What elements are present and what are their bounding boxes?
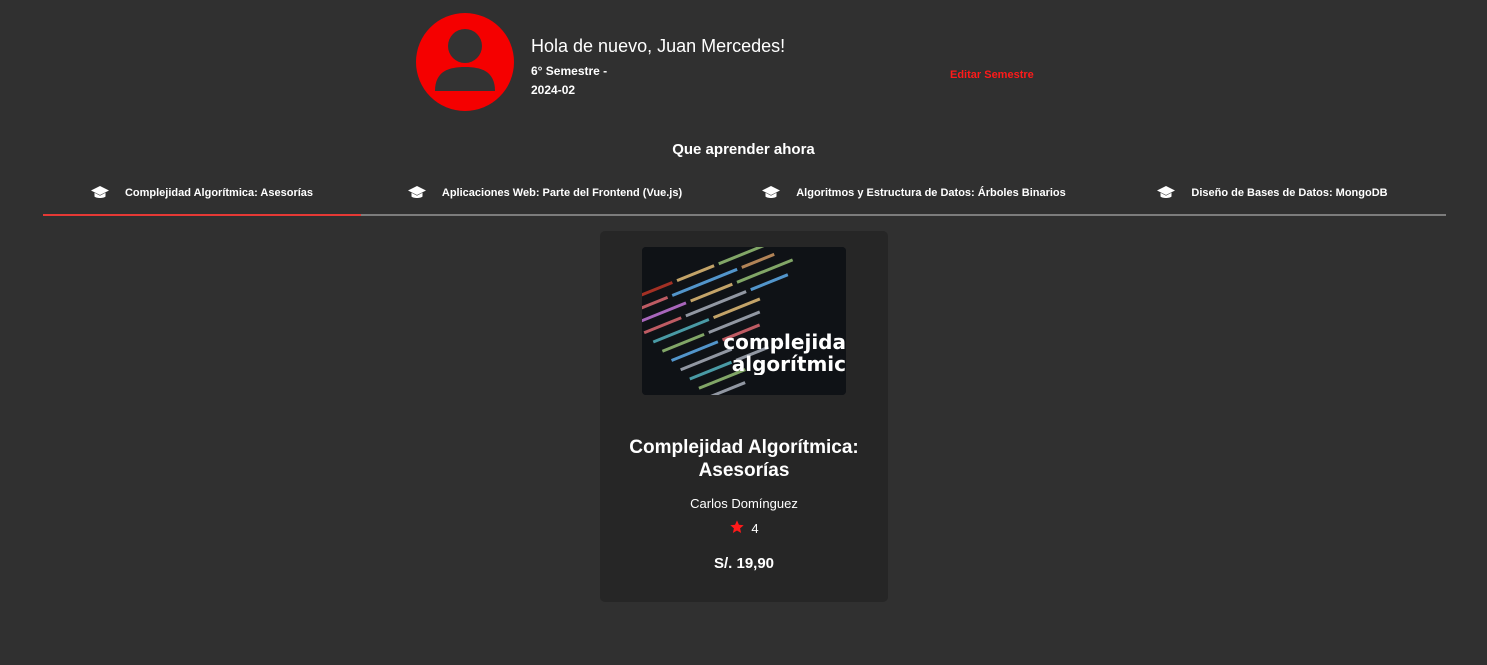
tab-label: Diseño de Bases de Datos: MongoDB [1191, 187, 1388, 199]
graduation-cap-icon [407, 186, 426, 200]
course-author: Carlos Domínguez [690, 496, 798, 511]
graduation-cap-icon [762, 186, 781, 200]
semester-info: 6° Semestre - 2024-02 [531, 62, 651, 100]
rating-value: 4 [751, 521, 759, 536]
graduation-cap-icon [1157, 186, 1176, 200]
period-label: 2024-02 [531, 83, 576, 97]
user-silhouette-icon [435, 29, 495, 91]
tab-label: Complejidad Algorítmica: Asesorías [124, 187, 314, 199]
avatar[interactable] [416, 13, 514, 111]
edit-semester-link[interactable]: Editar Semestre [950, 69, 1034, 81]
course-title[interactable]: Complejidad Algorítmica: Asesorías [600, 436, 888, 482]
greeting-text: Hola de nuevo, Juan Mercedes! [531, 36, 786, 56]
tab-complejidad-algoritmica[interactable]: Complejidad Algorítmica: Asesorías [43, 172, 361, 216]
profile-header: Hola de nuevo, Juan Mercedes! 6° Semestr… [0, 0, 1487, 125]
section-title: Que aprender ahora [672, 141, 815, 158]
tab-label: Aplicaciones Web: Parte del Frontend (Vu… [441, 187, 683, 199]
tab-aplicaciones-web[interactable]: Aplicaciones Web: Parte del Frontend (Vu… [361, 172, 729, 214]
course-card[interactable]: complejida algorítmic Complejidad Algorí… [600, 231, 888, 602]
course-tabs: Complejidad Algorítmica: Asesorías Aplic… [43, 172, 1446, 216]
tab-label: Algoritmos y Estructura de Datos: Árbole… [796, 187, 1066, 199]
course-price: S/. 19,90 [713, 555, 775, 572]
graduation-cap-icon [90, 186, 109, 200]
thumbnail-caption: complejida algorítmic [723, 331, 846, 375]
star-icon [729, 519, 745, 538]
tab-algoritmos-estructura[interactable]: Algoritmos y Estructura de Datos: Árbole… [729, 172, 1099, 214]
course-rating: 4 [600, 519, 888, 538]
semester-label: 6° Semestre - [531, 64, 608, 78]
tab-bases-de-datos[interactable]: Diseño de Bases de Datos: MongoDB [1099, 172, 1446, 214]
course-thumbnail: complejida algorítmic [642, 247, 846, 395]
